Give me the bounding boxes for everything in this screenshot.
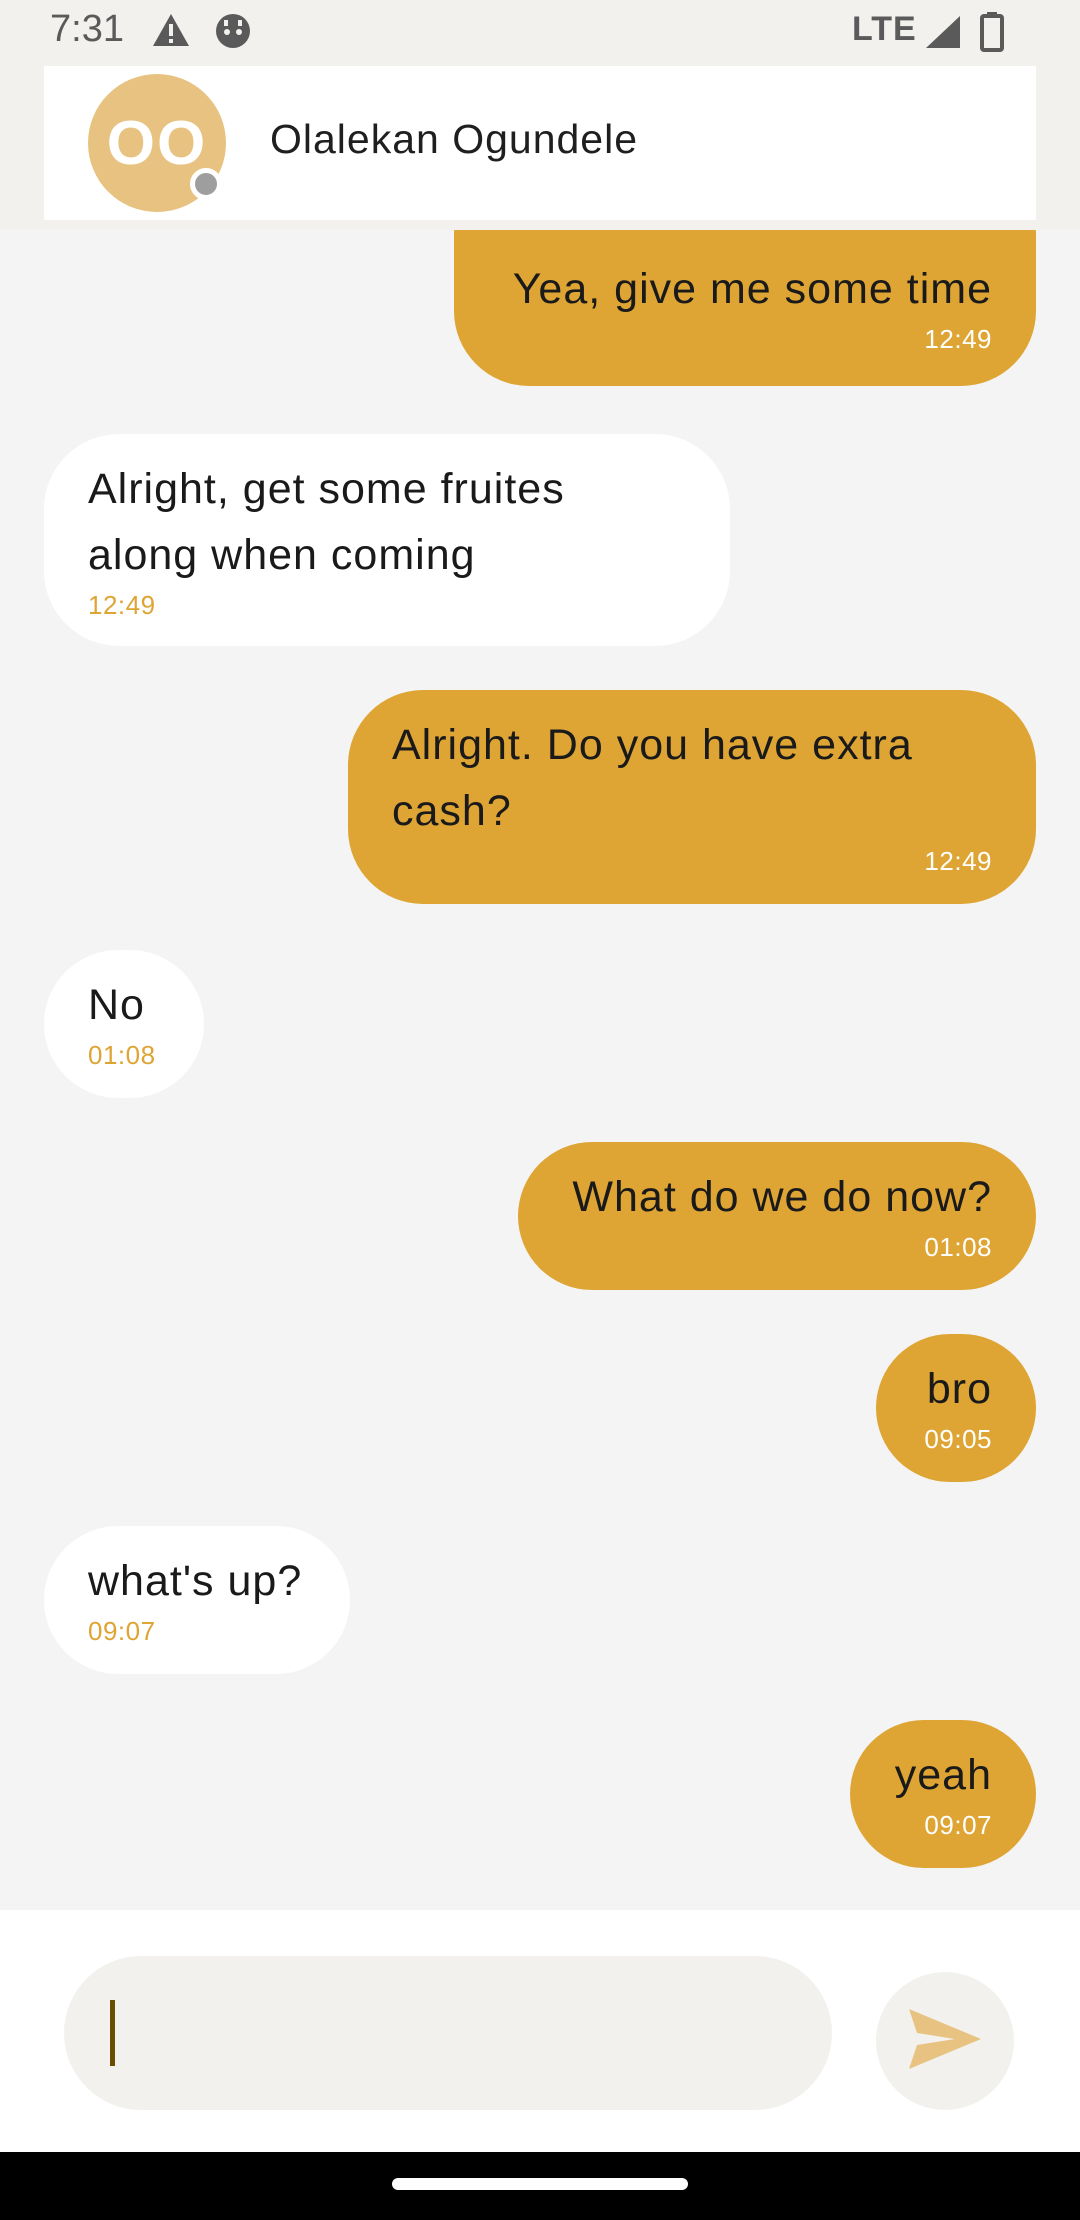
message-time: 09:07 bbox=[88, 1616, 156, 1646]
message-text: what's up? bbox=[88, 1557, 303, 1605]
warning-icon bbox=[152, 12, 190, 53]
message-text: Alright, get some fruites along when com… bbox=[88, 465, 565, 579]
message-time: 01:08 bbox=[924, 1232, 992, 1262]
battery-icon bbox=[980, 12, 1004, 57]
message-time: 12:49 bbox=[924, 324, 992, 354]
system-nav-bar bbox=[0, 2152, 1080, 2220]
send-icon bbox=[907, 2007, 983, 2076]
message-bubble-incoming[interactable]: Alright, get some fruites along when com… bbox=[44, 434, 730, 646]
message-bubble-outgoing[interactable]: Yea, give me some time 12:49 bbox=[454, 230, 1036, 386]
contact-name: Olalekan Ogundele bbox=[270, 116, 639, 162]
chat-screen: 7:31 LTE OO Olalekan Ogundele Yea, give … bbox=[0, 0, 1080, 2220]
message-input[interactable] bbox=[64, 1956, 832, 2110]
message-bubble-outgoing[interactable]: What do we do now? 01:08 bbox=[518, 1142, 1036, 1290]
message-text: bro bbox=[926, 1365, 992, 1413]
message-bubble-incoming[interactable]: No 01:08 bbox=[44, 950, 204, 1098]
send-button[interactable] bbox=[876, 1972, 1014, 2110]
message-text: What do we do now? bbox=[572, 1173, 992, 1221]
message-text: Yea, give me some time bbox=[512, 265, 992, 313]
network-type: LTE bbox=[852, 10, 917, 48]
message-time: 09:05 bbox=[924, 1424, 992, 1454]
message-text: No bbox=[88, 981, 145, 1029]
chat-header[interactable]: OO Olalekan Ogundele bbox=[44, 66, 1036, 220]
message-bubble-incoming[interactable]: what's up? 09:07 bbox=[44, 1526, 350, 1674]
message-bubble-outgoing[interactable]: bro 09:05 bbox=[876, 1334, 1036, 1482]
android-debug-icon bbox=[214, 12, 252, 55]
message-time: 01:08 bbox=[88, 1040, 156, 1070]
home-gesture-handle[interactable] bbox=[392, 2178, 688, 2190]
status-bar: 7:31 LTE bbox=[0, 0, 1080, 66]
message-time: 09:07 bbox=[924, 1810, 992, 1840]
message-bubble-outgoing[interactable]: yeah 09:07 bbox=[850, 1720, 1036, 1868]
message-time: 12:49 bbox=[924, 846, 992, 876]
message-time: 12:49 bbox=[88, 590, 156, 620]
presence-indicator bbox=[190, 168, 222, 200]
message-bubble-outgoing[interactable]: Alright. Do you have extra cash? 12:49 bbox=[348, 690, 1036, 904]
status-time: 7:31 bbox=[50, 8, 124, 50]
composer-bar bbox=[0, 1910, 1080, 2152]
message-list[interactable]: Yea, give me some time 12:49 Alright, ge… bbox=[0, 230, 1080, 1910]
text-cursor bbox=[110, 2000, 115, 2066]
avatar-initials: OO bbox=[106, 108, 208, 178]
message-text: Alright. Do you have extra cash? bbox=[392, 721, 913, 835]
message-text: yeah bbox=[894, 1751, 992, 1799]
signal-icon bbox=[924, 14, 962, 55]
